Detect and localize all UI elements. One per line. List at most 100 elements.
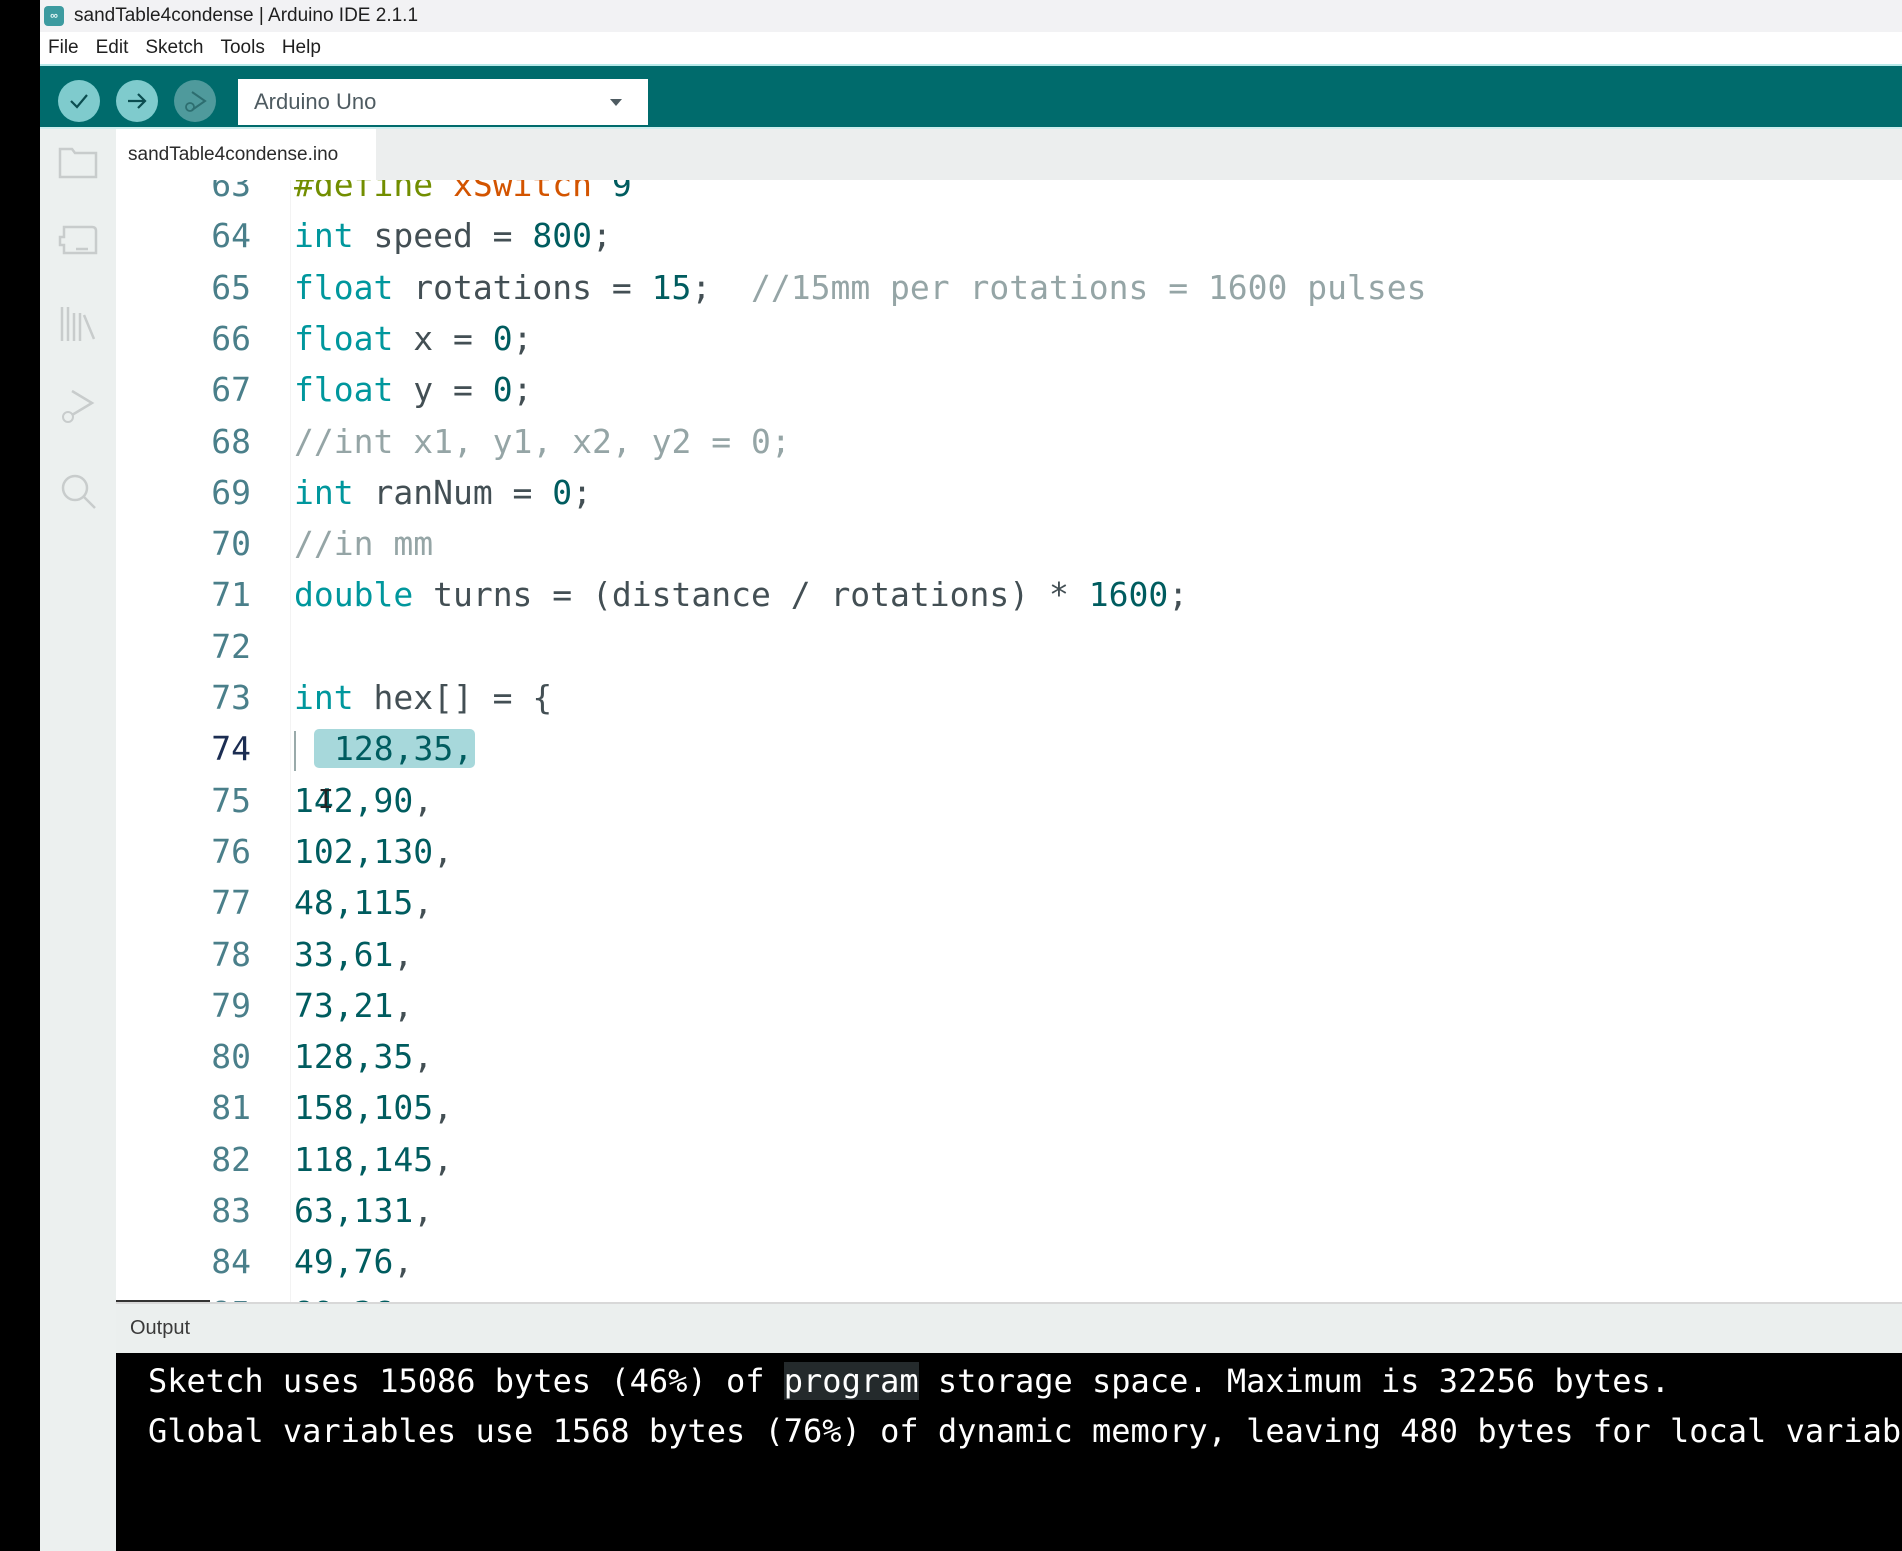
token-num: 48,115 — [294, 883, 414, 923]
upload-button[interactable] — [116, 80, 158, 122]
code-line[interactable]: 76 102,130, — [116, 826, 1902, 877]
window-title: sandTable4condense | Arduino IDE 2.1.1 — [74, 5, 419, 26]
line-number: 79 — [211, 985, 251, 1025]
token-num: 33,61 — [294, 934, 394, 974]
code-editor[interactable]: 63 #define xSwitch 9 64 int speed = 800; 65 f… — [116, 180, 1902, 1302]
line-code: 128,35, — [294, 723, 476, 774]
board-manager-icon[interactable] — [56, 219, 100, 263]
menu-edit[interactable]: Edit — [96, 37, 129, 59]
menu-file[interactable]: File — [48, 37, 79, 59]
output-panel-header: Output — [116, 1302, 1902, 1353]
token-t: ; — [691, 267, 751, 307]
token-num: 63,131 — [294, 1191, 414, 1230]
code-line[interactable]: 82 118,145, — [116, 1134, 1902, 1185]
token-t: , — [393, 985, 414, 1025]
line-number: 71 — [211, 575, 251, 615]
code-line[interactable]: 69 int ranNum = 0; — [116, 467, 1902, 518]
text-cursor-icon: I — [318, 784, 334, 815]
line-code: 102,130, — [294, 826, 453, 877]
token-t: rotations = — [393, 267, 652, 307]
arduino-logo-icon: ∞ — [44, 6, 64, 26]
token-t: x = — [393, 318, 493, 358]
code-line[interactable]: 71 double turns = (distance / rotations) … — [116, 569, 1902, 620]
token-t: , — [393, 934, 414, 974]
token-t — [592, 180, 612, 204]
token-kw: int — [294, 678, 354, 717]
code-line[interactable]: 72 — [116, 621, 1902, 672]
code-line[interactable]: 83 63,131, — [116, 1185, 1902, 1236]
code-line[interactable]: 63 #define xSwitch 9 — [116, 180, 1902, 210]
search-icon[interactable] — [56, 469, 100, 513]
code-line[interactable]: 78 33,61, — [116, 929, 1902, 980]
code-line[interactable]: 75 142,90, I — [116, 775, 1902, 826]
code-line[interactable]: 77 48,115, — [116, 877, 1902, 928]
code-line[interactable]: 74 128,35, — [116, 723, 1902, 774]
token-cm: //15mm per rotations = 1600 pulses — [750, 267, 1427, 307]
folder-icon[interactable] — [56, 139, 100, 183]
desktop-edge — [0, 0, 40, 1551]
verify-button[interactable] — [58, 80, 100, 122]
token-kw: float — [294, 318, 394, 358]
chevron-down-icon — [610, 99, 622, 106]
tab-sketch-file[interactable]: sandTable4condense.ino — [116, 129, 376, 180]
line-number: 73 — [211, 678, 251, 717]
token-t: ; — [512, 318, 533, 358]
code-line[interactable]: 80 128,35, — [116, 1031, 1902, 1082]
line-number: 69 — [211, 472, 251, 512]
output-text: Sketch uses 15086 bytes (46%) of — [148, 1362, 784, 1400]
code-line[interactable]: 66 float x = 0; — [116, 313, 1902, 364]
board-selector[interactable]: Arduino Uno — [238, 79, 648, 125]
code-line[interactable]: 65 float rotations = 15; //15mm per rotat… — [116, 262, 1902, 313]
code-line[interactable]: 70 //in mm — [116, 518, 1902, 569]
menu-bar: File Edit Sketch Tools Help — [40, 32, 1902, 64]
token-t: , — [433, 1139, 453, 1179]
line-code: 63,131, — [294, 1185, 433, 1236]
debug-icon[interactable] — [56, 385, 100, 429]
token-kw: int — [294, 216, 354, 256]
line-code: 158,105, — [294, 1082, 453, 1133]
token-t: , — [413, 1191, 434, 1230]
token-t: , — [433, 1088, 453, 1128]
token-cm: //int x1, y1, x2, y2 = 0; — [294, 421, 791, 461]
line-code: int speed = 800; — [294, 210, 612, 261]
token-t: ranNum = — [353, 472, 553, 512]
output-console[interactable]: Sketch uses 15086 bytes (46%) of program… — [116, 1353, 1902, 1551]
token-df: xSwitch — [452, 180, 593, 204]
code-line[interactable]: 81 158,105, — [116, 1082, 1902, 1133]
title-bar: ∞ sandTable4condense | Arduino IDE 2.1.1 — [40, 0, 1902, 32]
menu-help[interactable]: Help — [282, 37, 321, 59]
token-t: ; — [512, 370, 533, 410]
code-line[interactable]: 67 float y = 0; — [116, 364, 1902, 415]
token-t: hex[] = { — [353, 678, 553, 717]
tab-label: sandTable4condense.ino — [128, 143, 339, 165]
output-line: Global variables use 1568 bytes (76%) of… — [148, 1406, 1902, 1456]
line-code: int ranNum = 0; — [294, 467, 592, 518]
code-line[interactable]: 84 49,76, — [116, 1236, 1902, 1287]
code-line[interactable]: 73 int hex[] = { — [116, 672, 1902, 723]
code-line[interactable]: 8589,36, — [116, 1288, 1902, 1302]
library-icon[interactable] — [56, 301, 100, 345]
line-number: 72 — [211, 626, 251, 666]
code-line[interactable]: 79 73,21, — [116, 980, 1902, 1031]
line-code: 128,35, — [294, 1031, 433, 1082]
line-code: 118,145, — [294, 1134, 453, 1185]
line-number: 74 — [211, 729, 251, 769]
token-t: y = — [393, 370, 493, 410]
line-code: 89,36, — [294, 1288, 413, 1302]
menu-tools[interactable]: Tools — [220, 37, 264, 59]
token-cm: //in mm — [294, 524, 434, 564]
line-code: 33,61, — [294, 929, 413, 980]
token-t: speed = — [353, 216, 533, 256]
token-t: , — [393, 1294, 413, 1302]
debug-button[interactable] — [174, 80, 216, 122]
token-num: 15 — [651, 267, 692, 307]
token-num: 0 — [492, 318, 513, 358]
output-line: Sketch uses 15086 bytes (46%) of program… — [148, 1356, 1670, 1406]
line-code: float x = 0; — [294, 313, 532, 364]
code-line[interactable]: 68 //int x1, y1, x2, y2 = 0; — [116, 416, 1902, 467]
menu-sketch[interactable]: Sketch — [145, 37, 203, 59]
code-line[interactable]: 64 int speed = 800; — [116, 210, 1902, 261]
line-code: float rotations = 15; //15mm per rotatio… — [294, 262, 1427, 313]
token-num: 128,35 — [294, 1037, 414, 1077]
token-num: 158,105 — [294, 1088, 434, 1128]
